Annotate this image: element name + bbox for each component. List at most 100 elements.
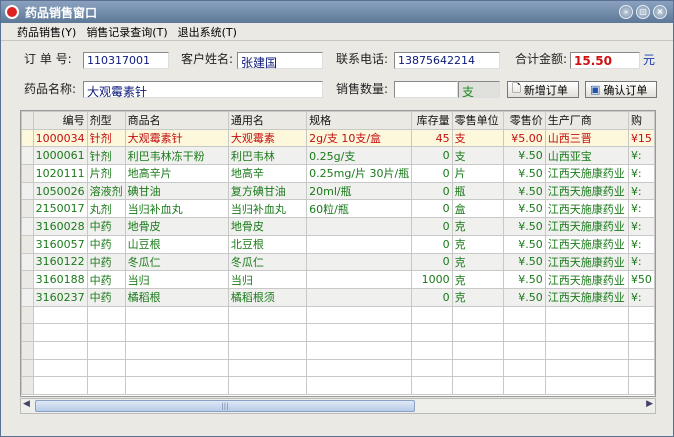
scroll-thumb[interactable]: ||| xyxy=(35,400,415,412)
table-cell: ¥.50 xyxy=(503,199,546,219)
table-cell: 橘稻根 xyxy=(124,287,229,307)
table-cell xyxy=(627,305,655,325)
table-cell: 3160028 xyxy=(32,217,88,236)
row-header[interactable] xyxy=(21,128,34,148)
table-cell: 冬瓜仁 xyxy=(124,252,229,272)
row-header[interactable] xyxy=(21,199,34,219)
table-cell: 2150017 xyxy=(32,199,88,219)
customer-field[interactable]: 张建国 xyxy=(237,52,323,70)
phone-field[interactable]: 13875642214 xyxy=(394,52,500,69)
table-row[interactable] xyxy=(21,376,655,395)
minimize-icon[interactable]: – xyxy=(619,5,633,19)
table-row[interactable] xyxy=(21,305,655,325)
table-row[interactable] xyxy=(21,358,655,378)
menu-sales-records[interactable]: 销售记录查询(T) xyxy=(86,24,167,40)
column-header[interactable]: 库存量 xyxy=(411,111,453,130)
table-cell: 江西天施康药业 xyxy=(544,234,629,254)
drug-field[interactable]: 大观霉素针 xyxy=(83,81,323,99)
table-row[interactable] xyxy=(21,323,655,342)
table-row[interactable]: 1000034 针剂 大观霉素针 大观霉素 2g/支 10支/盒 45 支 ¥5.00 山西三晋… xyxy=(21,128,655,148)
row-header[interactable] xyxy=(21,181,34,201)
table-cell: 0 xyxy=(411,181,453,201)
table-cell: 1050026 xyxy=(32,181,88,201)
window-title: 药品销售窗口 xyxy=(25,5,98,20)
table-cell: 3160188 xyxy=(32,270,88,289)
row-header[interactable] xyxy=(21,252,34,272)
table-row[interactable]: 1020111 片剂 地高辛片 地高辛 0.25mg/片 30片/瓶 0 片 ¥.50 江西天施… xyxy=(21,164,655,183)
table-cell: 碘甘油 xyxy=(124,181,229,201)
confirm-order-button[interactable]: ▣ 确认订单 xyxy=(585,81,657,98)
row-header[interactable] xyxy=(21,270,34,289)
column-header[interactable]: 通用名 xyxy=(227,111,308,130)
table-row[interactable] xyxy=(21,340,655,360)
row-header[interactable] xyxy=(21,234,34,254)
table-row[interactable]: 1000061 针剂 利巴韦林冻干粉 利巴韦林 0.25g/支 0 支 ¥.50 山西亚宝 ¥: xyxy=(21,146,655,166)
qty-field[interactable] xyxy=(394,81,458,98)
table-row[interactable]: 3160188 中药 当归 当归 1000 克 ¥.50 江西天施康药业 ¥50 xyxy=(21,270,655,289)
column-header[interactable]: 零售价 xyxy=(503,111,546,130)
table-cell xyxy=(411,358,453,378)
row-header[interactable] xyxy=(21,340,34,360)
horizontal-scrollbar[interactable]: ◀ ||| ▶ xyxy=(20,398,656,414)
table-row[interactable]: 3160237 中药 橘稻根 橘稻根须 0 克 ¥.50 江西天施康药业 ¥: xyxy=(21,287,655,307)
table-cell: 45 xyxy=(411,128,453,148)
drug-label: 药品名称: xyxy=(24,82,77,96)
table-cell: 2g/支 10支/盒 xyxy=(306,128,413,148)
table-cell xyxy=(627,340,655,360)
table-row[interactable]: 2150017 丸剂 当归补血丸 当归补血丸 60粒/瓶 0 盒 ¥.50 江西天施康药业 ¥: xyxy=(21,199,655,219)
row-header[interactable] xyxy=(21,305,34,325)
table-cell: 3160122 xyxy=(32,252,88,272)
table-row[interactable]: 3160122 中药 冬瓜仁 冬瓜仁 0 克 ¥.50 江西天施康药业 ¥: xyxy=(21,252,655,272)
row-header[interactable] xyxy=(21,376,34,395)
row-header[interactable] xyxy=(21,146,34,166)
table-cell: 0 xyxy=(411,217,453,236)
table-row[interactable]: 3160057 中药 山豆根 北豆根 0 克 ¥.50 江西天施康药业 ¥: xyxy=(21,234,655,254)
table-cell: 中药 xyxy=(86,234,126,254)
table-cell xyxy=(227,376,308,395)
row-header[interactable] xyxy=(21,164,34,183)
row-header[interactable] xyxy=(21,358,34,378)
table-cell: 地高辛片 xyxy=(124,164,229,183)
table-cell xyxy=(32,376,88,395)
table-cell xyxy=(451,305,505,325)
scroll-right-icon[interactable]: ▶ xyxy=(646,399,653,409)
close-icon[interactable]: × xyxy=(653,5,667,19)
column-header[interactable]: 规格 xyxy=(306,111,413,130)
row-header[interactable] xyxy=(21,287,34,307)
row-header[interactable] xyxy=(21,323,34,342)
table-cell: 溶液剂 xyxy=(86,181,126,201)
menu-drug-sales[interactable]: 药品销售(Y) xyxy=(17,24,76,40)
column-header[interactable]: 编号 xyxy=(32,111,88,130)
table-cell: 北豆根 xyxy=(227,234,308,254)
app-logo-icon xyxy=(5,5,19,19)
table-cell: 0 xyxy=(411,234,453,254)
menu-exit[interactable]: 退出系统(T) xyxy=(178,24,237,40)
scroll-left-icon[interactable]: ◀ xyxy=(23,399,30,409)
table-cell xyxy=(86,358,126,378)
table-cell xyxy=(227,358,308,378)
table-cell: ¥.50 xyxy=(503,287,546,307)
table-cell xyxy=(86,305,126,325)
table-cell: 江西天施康药业 xyxy=(544,270,629,289)
column-header[interactable]: 剂型 xyxy=(86,111,126,130)
table-row[interactable]: 1050026 溶液剂 碘甘油 复方碘甘油 20ml/瓶 0 瓶 ¥.50 江西天施康药业 ¥: xyxy=(21,181,655,201)
column-header[interactable]: 生产厂商 xyxy=(544,111,629,130)
table-cell xyxy=(451,376,505,395)
table-cell: 克 xyxy=(451,287,505,307)
column-header[interactable]: 商品名 xyxy=(124,111,229,130)
table-cell: ¥: xyxy=(627,252,655,272)
new-order-button[interactable]: 🗋 新增订单 xyxy=(507,81,579,98)
table-cell: 中药 xyxy=(86,217,126,236)
table-cell: 江西天施康药业 xyxy=(544,181,629,201)
maximize-icon[interactable]: □ xyxy=(636,5,650,19)
table-cell: 地骨皮 xyxy=(124,217,229,236)
table-cell: 片 xyxy=(451,164,505,183)
order-no-field[interactable]: 110317001 xyxy=(83,52,169,69)
table-cell: 60粒/瓶 xyxy=(306,199,413,219)
column-header[interactable]: 零售单位 xyxy=(451,111,505,130)
table-row[interactable]: 3160028 中药 地骨皮 地骨皮 0 克 ¥.50 江西天施康药业 ¥: xyxy=(21,217,655,236)
column-header[interactable]: 购 xyxy=(627,111,655,130)
row-header[interactable] xyxy=(21,217,34,236)
table-cell: 克 xyxy=(451,252,505,272)
table-cell: 1000034 xyxy=(32,128,88,148)
